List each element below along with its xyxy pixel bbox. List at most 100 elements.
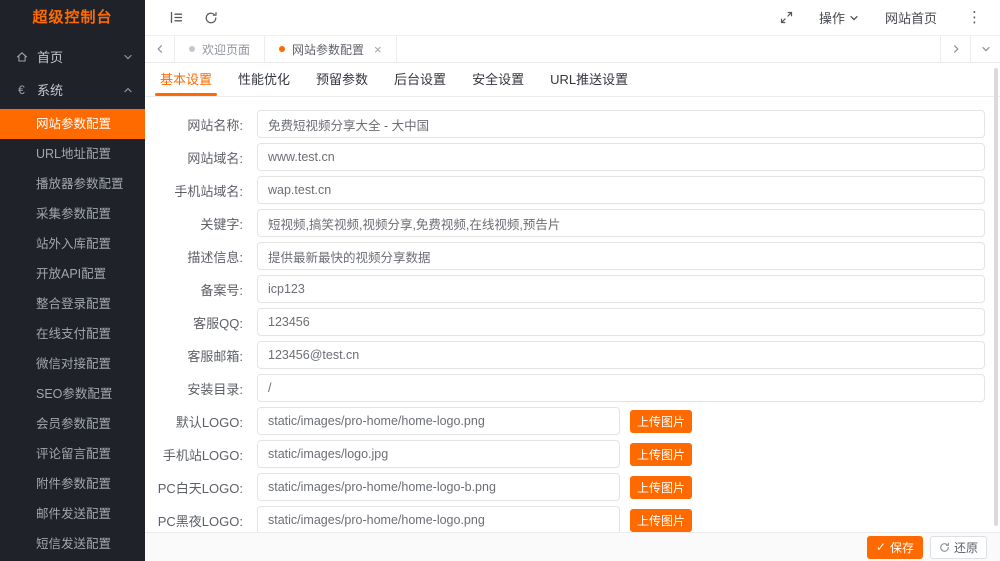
more-menu-icon[interactable]: ⋮ (963, 10, 986, 25)
field-label: 默认LOGO: (145, 412, 243, 431)
mobile-domain-input[interactable] (257, 176, 985, 204)
sidebar-item-login-integration[interactable]: 整合登录配置 (0, 289, 145, 319)
collapse-menu-icon[interactable] (169, 10, 184, 25)
field-label: 网站域名: (145, 148, 243, 167)
system-icon: € (14, 82, 29, 97)
sidebar-item-offsite-import[interactable]: 站外入库配置 (0, 229, 145, 259)
check-icon: ✓ (876, 540, 886, 554)
chevron-up-icon (123, 85, 133, 95)
tabs-menu-icon[interactable] (970, 36, 1000, 62)
tab-url-push-settings[interactable]: URL推送设置 (550, 63, 628, 96)
save-label: 保存 (890, 539, 914, 556)
field-label: PC白天LOGO: (145, 478, 243, 497)
field-label: 手机站LOGO: (145, 445, 243, 464)
sidebar-item-url-config[interactable]: URL地址配置 (0, 139, 145, 169)
app-window: 超级控制台 首页 € 系统 网站参数配置 URL地址配置 播放器参数配置 采集参… (0, 0, 1000, 561)
restore-button[interactable]: 还原 (930, 536, 987, 559)
tab-security-settings[interactable]: 安全设置 (472, 63, 524, 96)
form-row: 手机站域名: (145, 176, 985, 204)
close-tab-icon[interactable]: × (374, 42, 382, 57)
top-header: 操作 网站首页 ⋮ (145, 0, 1000, 36)
tabs-scroll-right-icon[interactable] (940, 36, 970, 62)
actions-dropdown[interactable]: 操作 (819, 8, 859, 27)
site-home-link[interactable]: 网站首页 (885, 8, 937, 27)
mobile-logo-input[interactable] (257, 440, 620, 468)
form-row: 关键字: (145, 209, 985, 237)
service-email-input[interactable] (257, 341, 985, 369)
sidebar-item-wechat-connect[interactable]: 微信对接配置 (0, 349, 145, 379)
sidebar-item-system[interactable]: € 系统 (0, 73, 145, 106)
vertical-scrollbar[interactable] (994, 68, 998, 526)
field-label: 客服QQ: (145, 313, 243, 332)
tab-basic-settings[interactable]: 基本设置 (160, 63, 212, 96)
form-row: 默认LOGO: 上传图片 (145, 407, 985, 435)
actions-label: 操作 (819, 8, 845, 27)
form-row: 手机站LOGO: 上传图片 (145, 440, 985, 468)
pc-day-logo-input[interactable] (257, 473, 620, 501)
sidebar: 超级控制台 首页 € 系统 网站参数配置 URL地址配置 播放器参数配置 采集参… (0, 0, 145, 561)
field-label: 客服邮箱: (145, 346, 243, 365)
icp-number-input[interactable] (257, 275, 985, 303)
form-row: 客服邮箱: (145, 341, 985, 369)
page-tabbar: 欢迎页面 网站参数配置 × (145, 36, 1000, 63)
restore-icon (939, 542, 950, 553)
site-domain-input[interactable] (257, 143, 985, 171)
upload-image-button[interactable]: 上传图片 (630, 509, 692, 532)
settings-tabs: 基本设置 性能优化 预留参数 后台设置 安全设置 URL推送设置 (145, 63, 1000, 97)
upload-image-button[interactable]: 上传图片 (630, 410, 692, 433)
pc-night-logo-input[interactable] (257, 506, 620, 534)
tabs-scroll-left-icon[interactable] (145, 36, 175, 62)
sidebar-item-site-params[interactable]: 网站参数配置 (0, 109, 145, 139)
sidebar-item-label: 系统 (37, 80, 123, 99)
sidebar-item-home[interactable]: 首页 (0, 40, 145, 73)
default-logo-input[interactable] (257, 407, 620, 435)
site-name-input[interactable] (257, 110, 985, 138)
home-icon (14, 49, 29, 64)
sidebar-item-attachment-params[interactable]: 附件参数配置 (0, 469, 145, 499)
form-row: 描述信息: (145, 242, 985, 270)
description-input[interactable] (257, 242, 985, 270)
form-row: 安装目录: (145, 374, 985, 402)
tab-label: 欢迎页面 (202, 41, 250, 58)
upload-image-button[interactable]: 上传图片 (630, 443, 692, 466)
sidebar-item-seo-params[interactable]: SEO参数配置 (0, 379, 145, 409)
chevron-down-icon (849, 13, 859, 23)
tab-site-params[interactable]: 网站参数配置 × (265, 36, 397, 62)
upload-image-button[interactable]: 上传图片 (630, 476, 692, 499)
keywords-input[interactable] (257, 209, 985, 237)
service-qq-input[interactable] (257, 308, 985, 336)
sidebar-item-open-api[interactable]: 开放API配置 (0, 259, 145, 289)
sidebar-item-comment-config[interactable]: 评论留言配置 (0, 439, 145, 469)
field-label: 描述信息: (145, 247, 243, 266)
form-row: 网站域名: (145, 143, 985, 171)
tab-welcome-page[interactable]: 欢迎页面 (175, 36, 265, 62)
sidebar-item-member-params[interactable]: 会员参数配置 (0, 409, 145, 439)
tab-status-dot (279, 46, 285, 52)
field-label: PC黑夜LOGO: (145, 511, 243, 530)
field-label: 网站名称: (145, 115, 243, 134)
refresh-icon[interactable] (204, 11, 218, 25)
sidebar-submenu: 网站参数配置 URL地址配置 播放器参数配置 采集参数配置 站外入库配置 开放A… (0, 109, 145, 559)
field-label: 安装目录: (145, 379, 243, 398)
field-label: 备案号: (145, 280, 243, 299)
install-dir-input[interactable] (257, 374, 985, 402)
sidebar-item-mail-send[interactable]: 邮件发送配置 (0, 499, 145, 529)
form-row: 客服QQ: (145, 308, 985, 336)
form-row: PC白天LOGO: 上传图片 (145, 473, 985, 501)
form-footer: ✓ 保存 还原 (145, 532, 1000, 561)
form-row: 网站名称: (145, 110, 985, 138)
tab-performance[interactable]: 性能优化 (238, 63, 290, 96)
fullscreen-icon[interactable] (780, 11, 793, 24)
save-button[interactable]: ✓ 保存 (867, 536, 923, 559)
tab-status-dot (189, 46, 195, 52)
sidebar-item-player-params[interactable]: 播放器参数配置 (0, 169, 145, 199)
sidebar-item-collect-params[interactable]: 采集参数配置 (0, 199, 145, 229)
tab-label: 网站参数配置 (292, 41, 364, 58)
form-row: 备案号: (145, 275, 985, 303)
chevron-down-icon (123, 52, 133, 62)
tab-reserved-params[interactable]: 预留参数 (316, 63, 368, 96)
sidebar-item-sms-send[interactable]: 短信发送配置 (0, 529, 145, 559)
sidebar-item-online-payment[interactable]: 在线支付配置 (0, 319, 145, 349)
tabbar-spacer (397, 36, 940, 62)
tab-backend-settings[interactable]: 后台设置 (394, 63, 446, 96)
